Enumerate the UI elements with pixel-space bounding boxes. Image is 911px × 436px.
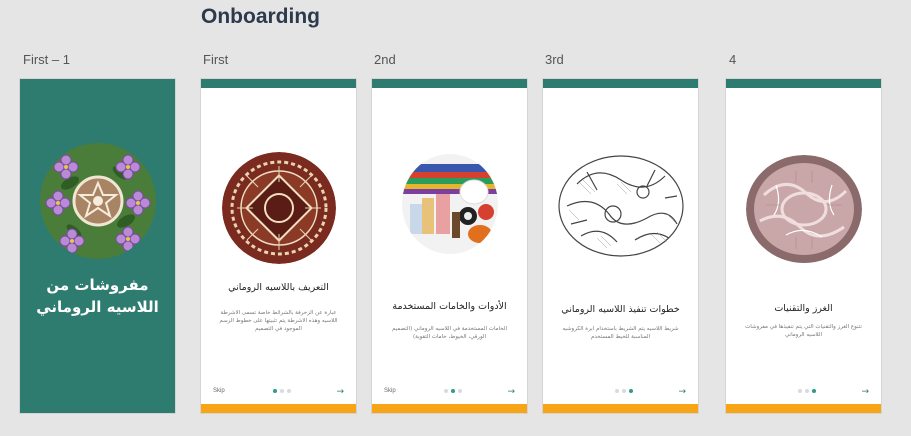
screen-title: الأدوات والخامات المستخدمة [392, 301, 507, 312]
top-bar [372, 79, 527, 88]
brown-lace-image [221, 152, 336, 264]
page-indicator [273, 389, 291, 393]
screen-description: تتنوع الغرز والتقنيات التي يتم تنفيذها ف… [745, 324, 862, 338]
splash-screen[interactable]: مفروشات من اللاسيه الروماني [20, 79, 175, 413]
page-indicator [798, 389, 816, 393]
onboarding-screen-2nd[interactable]: الأدوات والخامات المستخدمة الخامات المست… [372, 79, 527, 413]
page-dot [805, 389, 809, 393]
top-bar [726, 79, 881, 88]
screen-description: عبارة عن الزخرفة بالشرائط خاصة تسمى الاش… [219, 310, 338, 332]
pink-lace-image [745, 155, 862, 264]
page-indicator [444, 389, 462, 393]
bottom-bar [201, 404, 356, 413]
arrow-right-icon[interactable]: → [861, 387, 869, 397]
page-dot [287, 389, 291, 393]
top-bar [201, 79, 356, 88]
screen-title: الغرز والتقنيات [774, 303, 833, 314]
bottom-bar [726, 404, 881, 413]
arrow-right-icon[interactable]: → [678, 387, 686, 397]
screen-description: شريط اللاسيه يتم الشريط باستخدام ابرة ال… [562, 326, 679, 340]
page-dot [458, 389, 462, 393]
thread-spools-image [401, 154, 498, 254]
screen-description: الخامات المستخدمة في اللاسيه الروماني (ا… [391, 326, 508, 340]
page-title: Onboarding [201, 5, 320, 28]
page-dot [798, 389, 802, 393]
bottom-bar [372, 404, 527, 413]
page-dot [273, 389, 277, 393]
page-dot [451, 389, 455, 393]
splash-title: مفروشات من اللاسيه الروماني [36, 276, 159, 316]
page-dot [812, 389, 816, 393]
onboarding-screen-3rd[interactable]: خطوات تنفيذ اللاسيه الروماني شريط اللاسي… [543, 79, 698, 413]
arrow-right-icon[interactable]: → [336, 387, 344, 397]
frame-label-3rd: 3rd [545, 52, 564, 67]
lace-drawing-image [556, 154, 685, 259]
splash-lace-image [39, 143, 156, 259]
page-dot [622, 389, 626, 393]
onboarding-screen-first[interactable]: التعريف باللاسيه الروماني عبارة عن الزخر… [201, 79, 356, 413]
frame-label-2nd: 2nd [374, 52, 396, 67]
page-indicator [615, 389, 633, 393]
top-bar [543, 79, 698, 88]
screen-title: خطوات تنفيذ اللاسيه الروماني [561, 304, 680, 315]
onboarding-screen-4[interactable]: الغرز والتقنيات تتنوع الغرز والتقنيات ال… [726, 79, 881, 413]
page-dot [280, 389, 284, 393]
bottom-bar [543, 404, 698, 413]
page-dot [444, 389, 448, 393]
skip-button[interactable]: Skip [213, 388, 225, 394]
arrow-right-icon[interactable]: → [507, 387, 515, 397]
page-dot [629, 389, 633, 393]
frame-label-first-1: First – 1 [23, 52, 70, 67]
page-dot [615, 389, 619, 393]
skip-button[interactable]: Skip [384, 388, 396, 394]
frame-label-4: 4 [729, 52, 737, 67]
frame-label-first: First [203, 52, 229, 67]
screen-title: التعريف باللاسيه الروماني [228, 282, 329, 293]
